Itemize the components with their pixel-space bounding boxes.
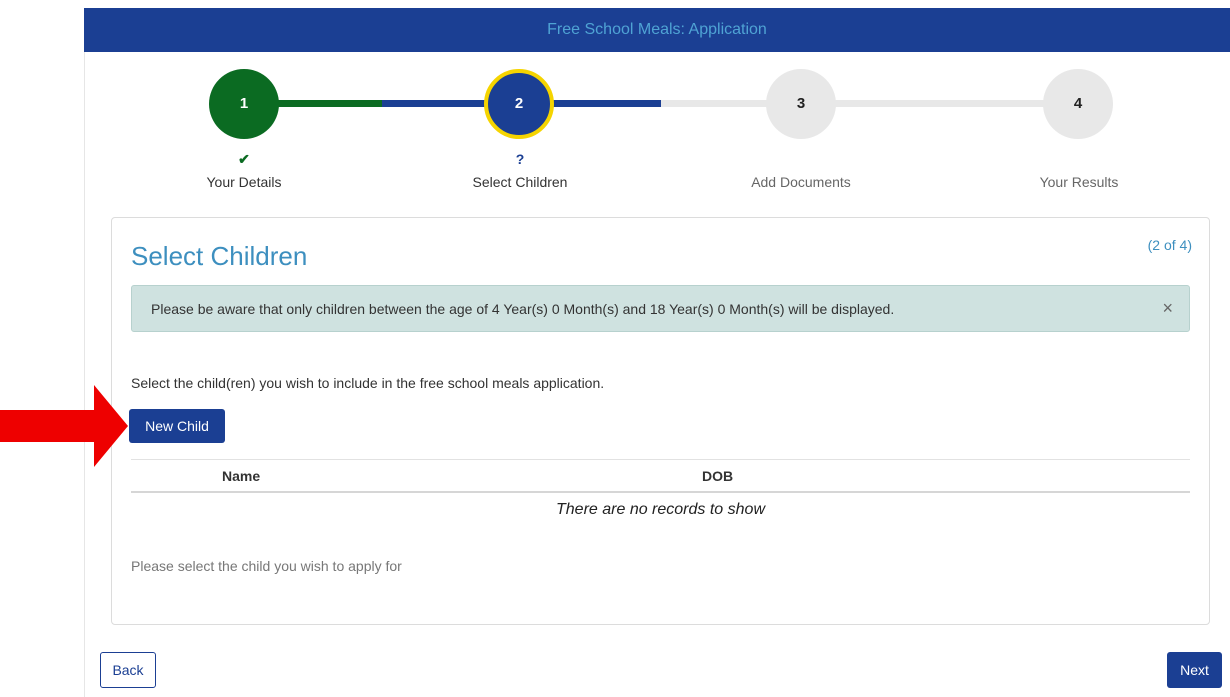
new-child-button[interactable]: New Child (129, 409, 225, 443)
column-header-name[interactable]: Name (222, 468, 260, 484)
next-button[interactable]: Next (1167, 652, 1222, 688)
empty-table-message: There are no records to show (556, 501, 765, 518)
app-header: Free School Meals: Application (84, 8, 1230, 52)
step-1-circle: 1 (209, 69, 279, 139)
progress-line-pending (661, 100, 1078, 107)
page-title: Free School Meals: Application (547, 21, 767, 38)
column-header-dob[interactable]: DOB (702, 468, 733, 484)
table-header-border (131, 491, 1190, 493)
card-title: Select Children (131, 241, 308, 271)
step-2-circle: 2 (484, 69, 554, 139)
check-icon: ✔ (238, 151, 250, 167)
step-3-label: Add Documents (751, 174, 851, 190)
step-3-circle: 3 (766, 69, 836, 139)
back-button[interactable]: Back (100, 652, 156, 688)
age-range-alert: Please be aware that only children betwe… (131, 285, 1190, 332)
step-4-circle: 4 (1043, 69, 1113, 139)
step-4-label: Your Results (1039, 174, 1119, 190)
helper-text: Please select the child you wish to appl… (131, 558, 402, 574)
instructions-text: Select the child(ren) you wish to includ… (131, 375, 605, 391)
alert-text: Please be aware that only children betwe… (151, 301, 895, 317)
step-2-label: Select Children (472, 174, 568, 190)
close-icon[interactable]: × (1162, 298, 1173, 318)
question-icon: ? (515, 151, 525, 167)
step-1-label: Your Details (206, 174, 282, 190)
red-arrow-icon (0, 385, 128, 467)
table-top-border (131, 459, 1190, 460)
step-counter: (2 of 4) (1147, 237, 1192, 253)
